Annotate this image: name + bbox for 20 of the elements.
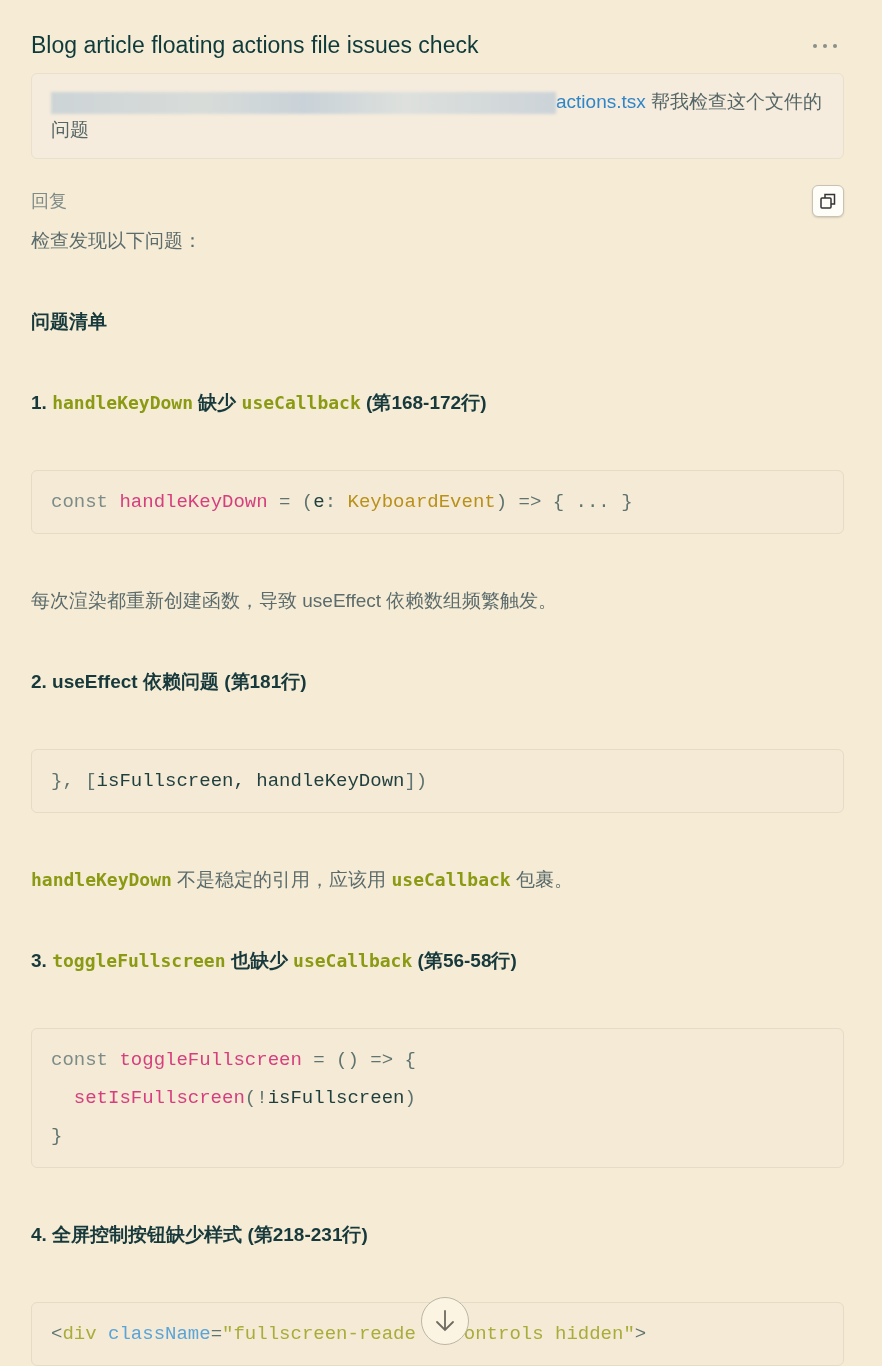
code-block: }, [isFullscreen, handleKeyDown]) bbox=[31, 749, 844, 813]
file-link[interactable]: actions.tsx bbox=[556, 91, 646, 112]
answer-paragraph: handleKeyDown 不是稳定的引用，应该用 useCallback 包裹。 bbox=[31, 868, 574, 892]
reply-label: 回复 bbox=[31, 190, 67, 213]
copy-button[interactable] bbox=[812, 185, 844, 217]
section-heading: 3. toggleFullscreen 也缺少 useCallback (第56-58行) bbox=[31, 949, 518, 973]
section-heading: 2. useEffect 依赖问题 (第181行) bbox=[31, 670, 308, 694]
chat-title: Blog article floating actions file issues check bbox=[31, 32, 479, 59]
code-block: <div className="fullscreen-reade ontrols hidden"> bbox=[31, 1302, 844, 1366]
arrow-down-icon bbox=[434, 1309, 456, 1333]
section-heading: 4. 全屏控制按钮缺少样式 (第218-231行) bbox=[31, 1223, 369, 1247]
user-message: actions.tsx 帮我检查这个文件的问题 bbox=[31, 73, 844, 159]
answer-paragraph: 每次渲染都重新创建函数，导致 useEffect 依赖数组频繁触发。 bbox=[31, 589, 559, 613]
code-block: const handleKeyDown = (e: KeyboardEvent) => { ... } bbox=[31, 470, 844, 534]
section-heading: 1. handleKeyDown 缺少 useCallback (第168-172行) bbox=[31, 391, 488, 415]
code-block: const toggleFullscreen = () => { setIsFullscreen(!isFullscreen) } bbox=[31, 1028, 844, 1168]
more-icon[interactable] bbox=[812, 42, 838, 49]
section-heading: 问题清单 bbox=[31, 310, 108, 334]
answer-paragraph: 检查发现以下问题： bbox=[31, 229, 203, 253]
copy-icon bbox=[819, 192, 837, 210]
